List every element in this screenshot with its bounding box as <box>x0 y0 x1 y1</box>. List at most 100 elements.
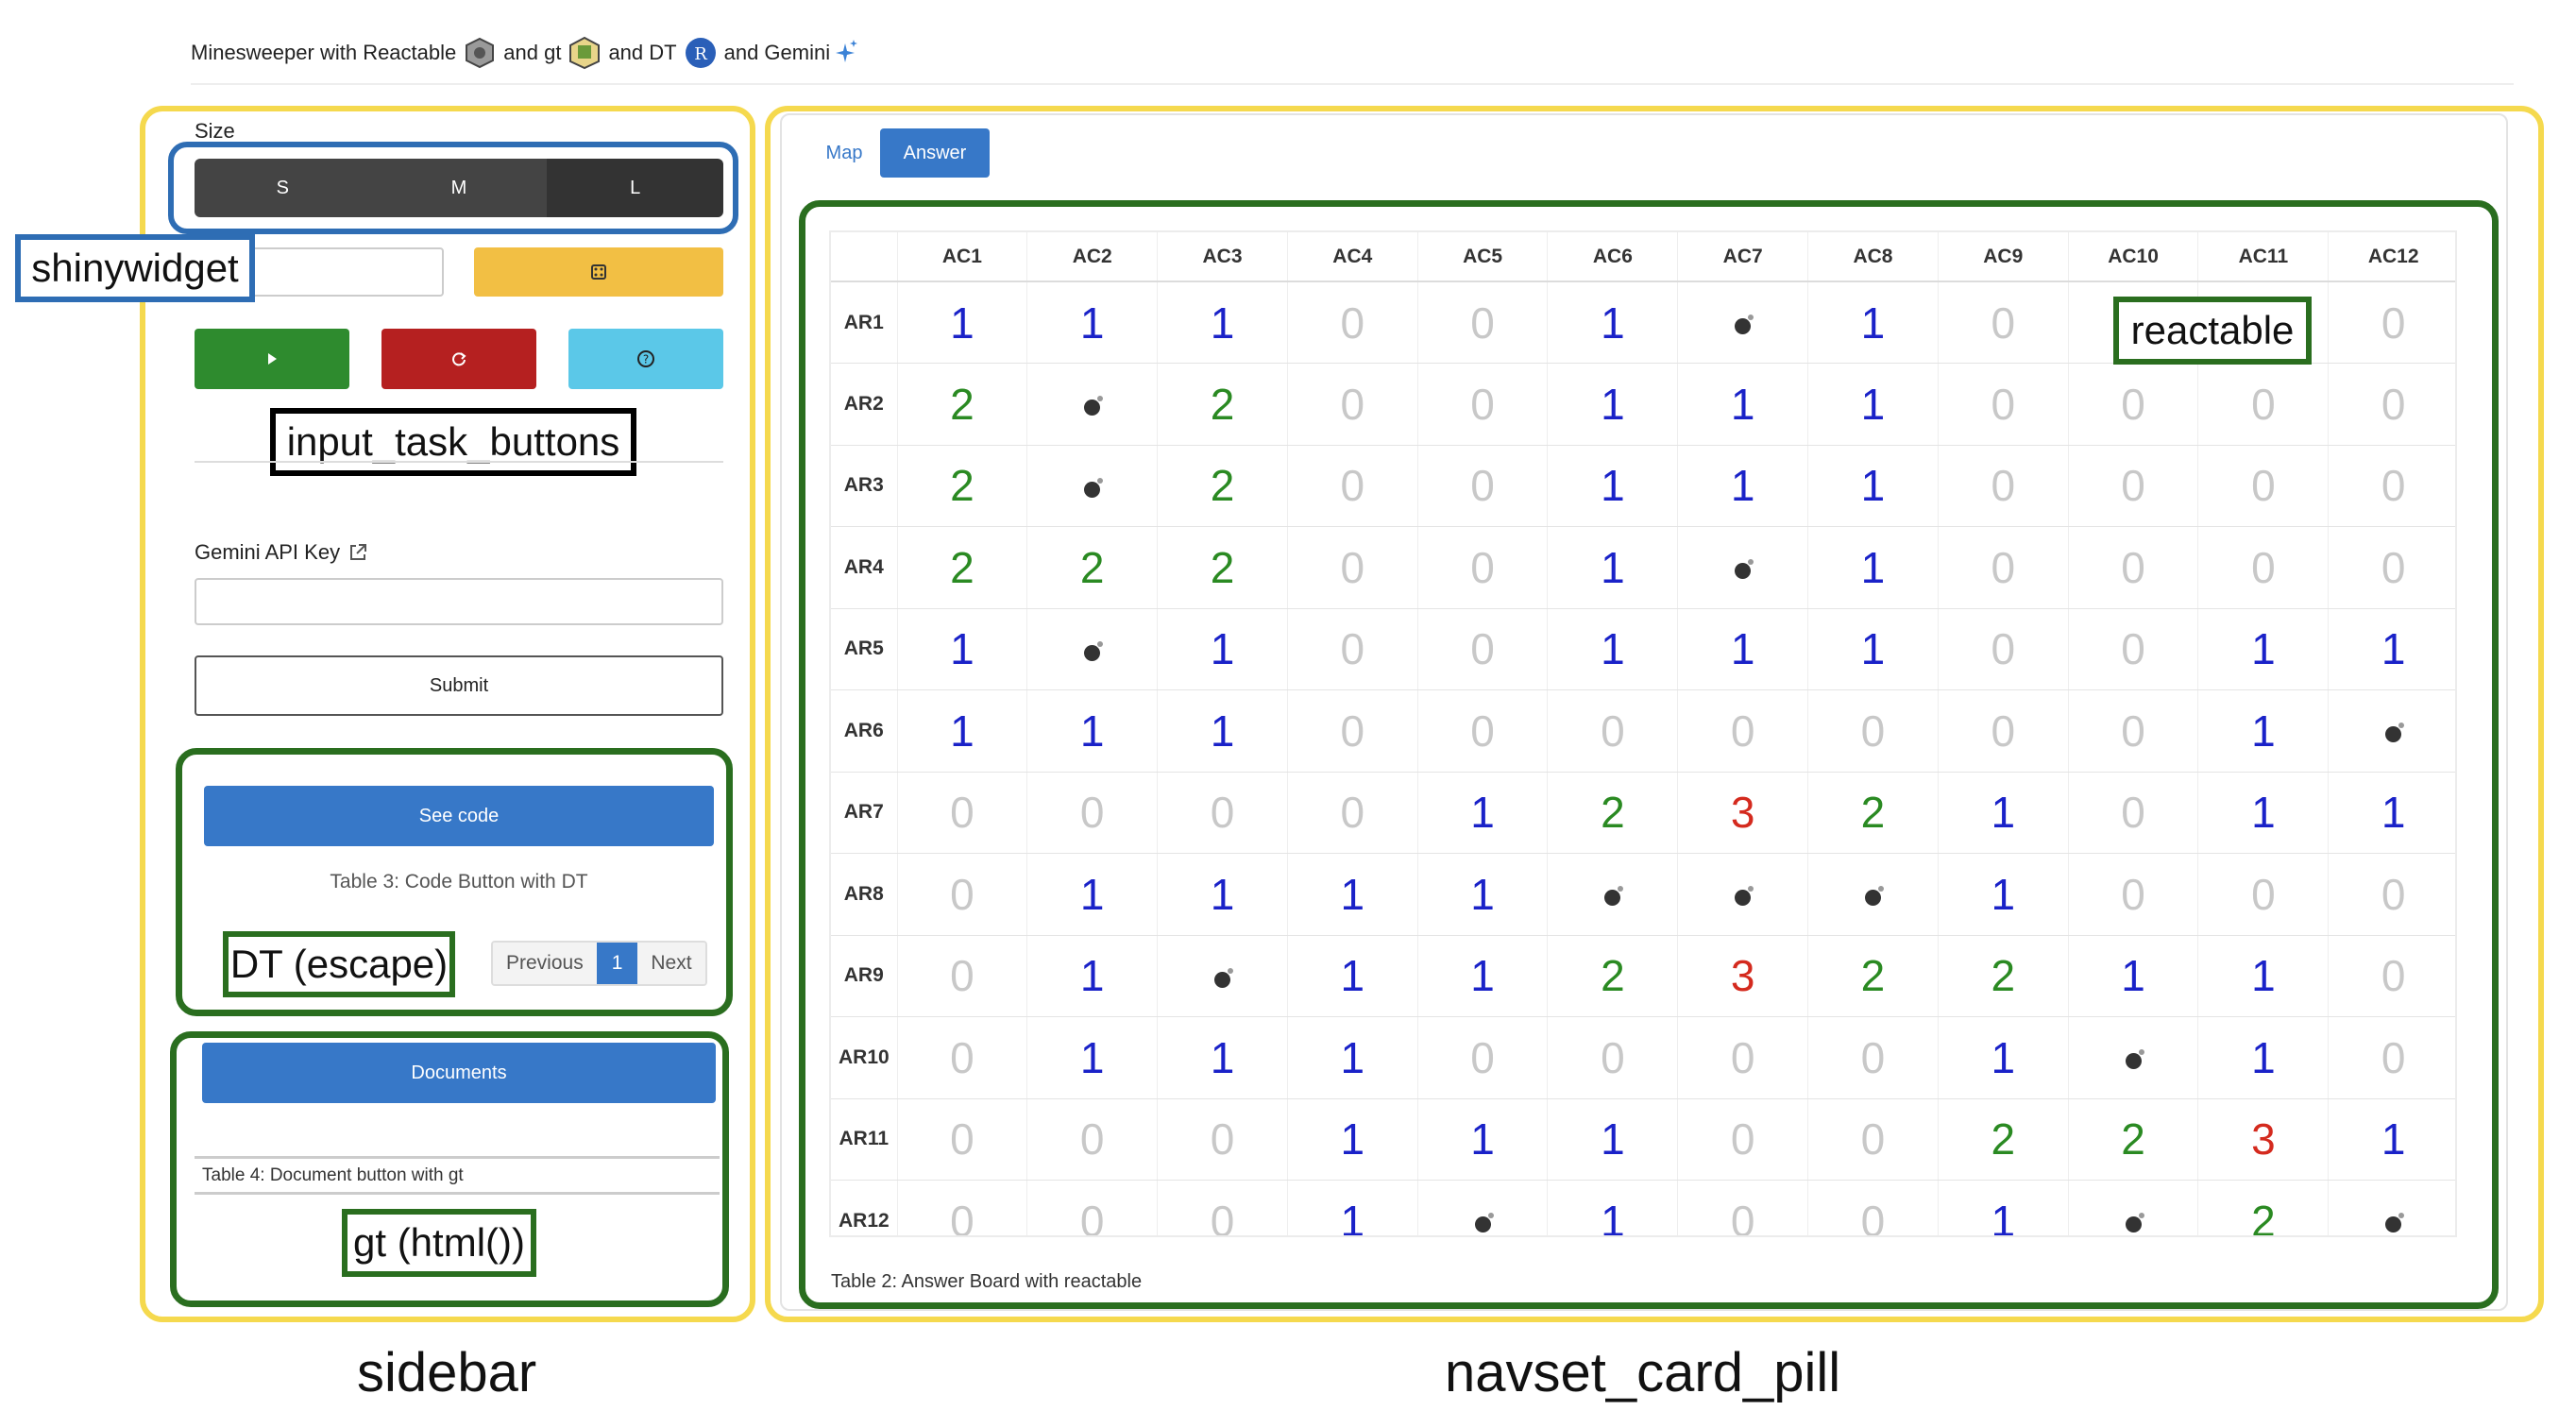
gemini-api-key-input[interactable] <box>195 578 723 625</box>
board-cell: 0 <box>1026 1180 1159 1235</box>
input-task-buttons-annotation: input_task_buttons <box>270 408 636 476</box>
board-cell: 2 <box>1157 526 1288 609</box>
board-cell: 1 <box>1287 1098 1418 1181</box>
board-cell: 0 <box>1287 281 1418 364</box>
row-header-ar1: AR1 <box>831 281 898 364</box>
board-cell: 1 <box>2328 1098 2455 1181</box>
dice-icon <box>591 264 606 280</box>
column-header-ac3: AC3 <box>1157 232 1288 282</box>
board-cell-bomb <box>1677 526 1809 609</box>
help-button[interactable]: ? <box>568 329 723 389</box>
board-cell: 1 <box>1547 608 1679 690</box>
board-cell: 0 <box>2328 363 2455 446</box>
board-cell: 0 <box>1157 1098 1288 1181</box>
size-option-s[interactable]: S <box>195 159 371 217</box>
pager-previous-button[interactable]: Previous <box>493 943 597 984</box>
board-cell: 0 <box>897 1098 1028 1181</box>
column-header-ac11: AC11 <box>2197 232 2330 282</box>
board-cell-bomb <box>1547 853 1679 936</box>
board-cell: 0 <box>1157 772 1288 854</box>
size-option-l[interactable]: L <box>547 159 723 217</box>
column-header-ac12: AC12 <box>2328 232 2455 282</box>
tab-map[interactable]: Map <box>808 128 880 178</box>
row-header-ar10: AR10 <box>831 1016 898 1099</box>
corner-header-cell <box>831 232 898 282</box>
pager-page-1[interactable]: 1 <box>596 943 638 984</box>
gt-table-top-rule <box>195 1156 720 1159</box>
board-cell: 0 <box>1807 689 1939 773</box>
board-cell: 1 <box>2197 772 2330 854</box>
board-cell: 1 <box>1287 1180 1418 1235</box>
reset-button[interactable] <box>381 329 536 389</box>
board-cell: 1 <box>1807 281 1939 364</box>
gt-hex-icon <box>569 36 601 70</box>
tab-answer[interactable]: Answer <box>880 128 990 178</box>
board-cell: 1 <box>1417 935 1549 1017</box>
size-toggle-group[interactable]: S M L <box>195 159 723 217</box>
board-cell: 0 <box>1807 1016 1939 1099</box>
documents-button[interactable]: Documents <box>202 1043 716 1103</box>
board-cell-bomb <box>1807 853 1939 936</box>
board-cell: 0 <box>1677 1180 1809 1235</box>
size-option-m[interactable]: M <box>370 159 548 217</box>
board-cell: 1 <box>1026 689 1159 773</box>
board-cell: 0 <box>2068 689 2199 773</box>
board-cell: 1 <box>1547 363 1679 446</box>
bomb-icon <box>1084 396 1104 416</box>
board-cell: 0 <box>1026 772 1159 854</box>
table-row: AR7 0 0 0 0 1 2 3 2 1 0 1 1 <box>831 772 2455 854</box>
board-cell: 1 <box>1807 363 1939 446</box>
board-cell: 0 <box>2328 1016 2455 1099</box>
board-cell-bomb <box>2328 1180 2455 1235</box>
row-header-ar4: AR4 <box>831 526 898 609</box>
dt-r-icon: R <box>685 38 716 68</box>
board-cell: 0 <box>897 853 1028 936</box>
board-cell: 2 <box>1026 526 1159 609</box>
column-header-ac7: AC7 <box>1677 232 1809 282</box>
board-cell: 2 <box>1157 445 1288 527</box>
external-link-icon[interactable] <box>347 542 368 563</box>
board-cell: 0 <box>2068 526 2199 609</box>
board-cell-bomb <box>1157 935 1288 1017</box>
board-cell: 0 <box>1417 281 1549 364</box>
board-cell: 2 <box>1157 363 1288 446</box>
board-cell: 1 <box>897 689 1028 773</box>
board-cell: 1 <box>1287 1016 1418 1099</box>
board-cell: 1 <box>2197 689 2330 773</box>
board-cell: 1 <box>897 608 1028 690</box>
question-circle-icon: ? <box>637 350 654 367</box>
bomb-icon <box>1735 559 1754 580</box>
board-cell-bomb <box>2068 1016 2199 1099</box>
bomb-icon <box>1735 314 1754 334</box>
board-cell: 2 <box>1807 935 1939 1017</box>
board-cell: 1 <box>1938 1016 2069 1099</box>
submit-button[interactable]: Submit <box>195 655 723 716</box>
answer-table-caption: Table 2: Answer Board with reactable <box>831 1271 1143 1292</box>
gt-table-bottom-rule <box>195 1192 720 1195</box>
board-cell: 0 <box>1026 1098 1159 1181</box>
table-row: AR2 2 2 0 0 1 1 1 0 0 0 0 <box>831 363 2455 446</box>
random-dice-button[interactable] <box>474 247 723 297</box>
board-cell-bomb <box>1417 1180 1549 1235</box>
board-cell-bomb <box>2328 689 2455 773</box>
board-cell: 0 <box>1677 689 1809 773</box>
pager-next-button[interactable]: Next <box>637 943 705 984</box>
board-cell: 0 <box>1938 608 2069 690</box>
play-button[interactable] <box>195 329 349 389</box>
board-cell: 1 <box>1547 445 1679 527</box>
board-cell-bomb <box>2068 1180 2199 1235</box>
size-label: Size <box>195 119 235 143</box>
app-title: Minesweeper with Reactable and gt and DT… <box>191 36 858 70</box>
board-cell: 0 <box>2328 445 2455 527</box>
see-code-button[interactable]: See code <box>204 786 714 846</box>
board-cell: 0 <box>897 1016 1028 1099</box>
answer-board-table: AC1 AC2 AC3 AC4 AC5 AC6 AC7 AC8 AC9 AC10 AC11 AC12 … <box>831 232 2455 1235</box>
board-cell: 0 <box>2197 853 2330 936</box>
seed-input[interactable] <box>251 247 444 297</box>
board-cell: 1 <box>1938 1180 2069 1235</box>
navset-caption-label: navset_card_pill <box>1445 1342 1841 1403</box>
column-header-ac2: AC2 <box>1026 232 1159 282</box>
board-cell-bomb <box>1026 445 1159 527</box>
board-cell: 1 <box>1807 608 1939 690</box>
answer-board-table-container[interactable]: AC1 AC2 AC3 AC4 AC5 AC6 AC7 AC8 AC9 AC10 AC11 AC12 … <box>829 230 2457 1237</box>
